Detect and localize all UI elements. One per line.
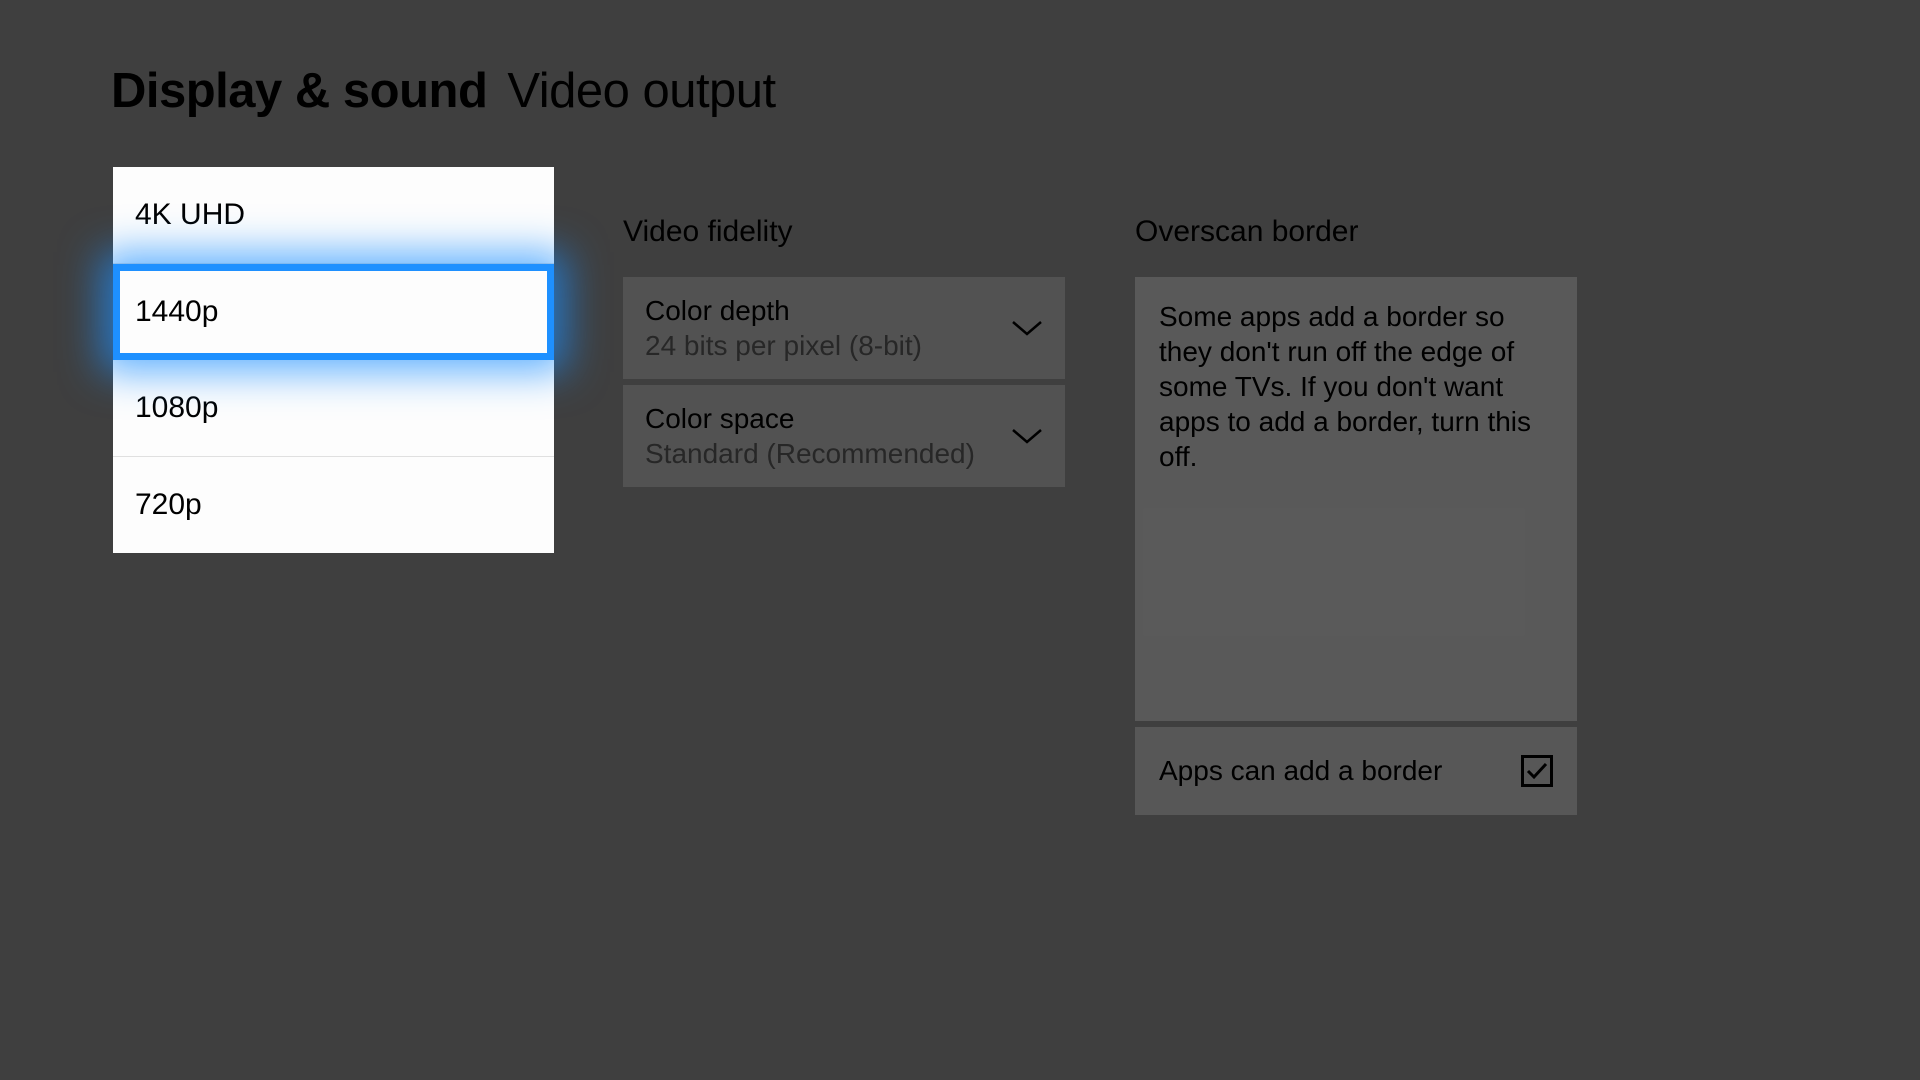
resolution-dropdown-popup: 4K UHD 1440p 1080p 720p	[113, 167, 554, 553]
resolution-option-4k-uhd[interactable]: 4K UHD	[113, 167, 554, 264]
resolution-option-1440p[interactable]: 1440p	[113, 264, 554, 360]
resolution-option-1080p[interactable]: 1080p	[113, 360, 554, 457]
resolution-option-720p[interactable]: 720p	[113, 457, 554, 553]
